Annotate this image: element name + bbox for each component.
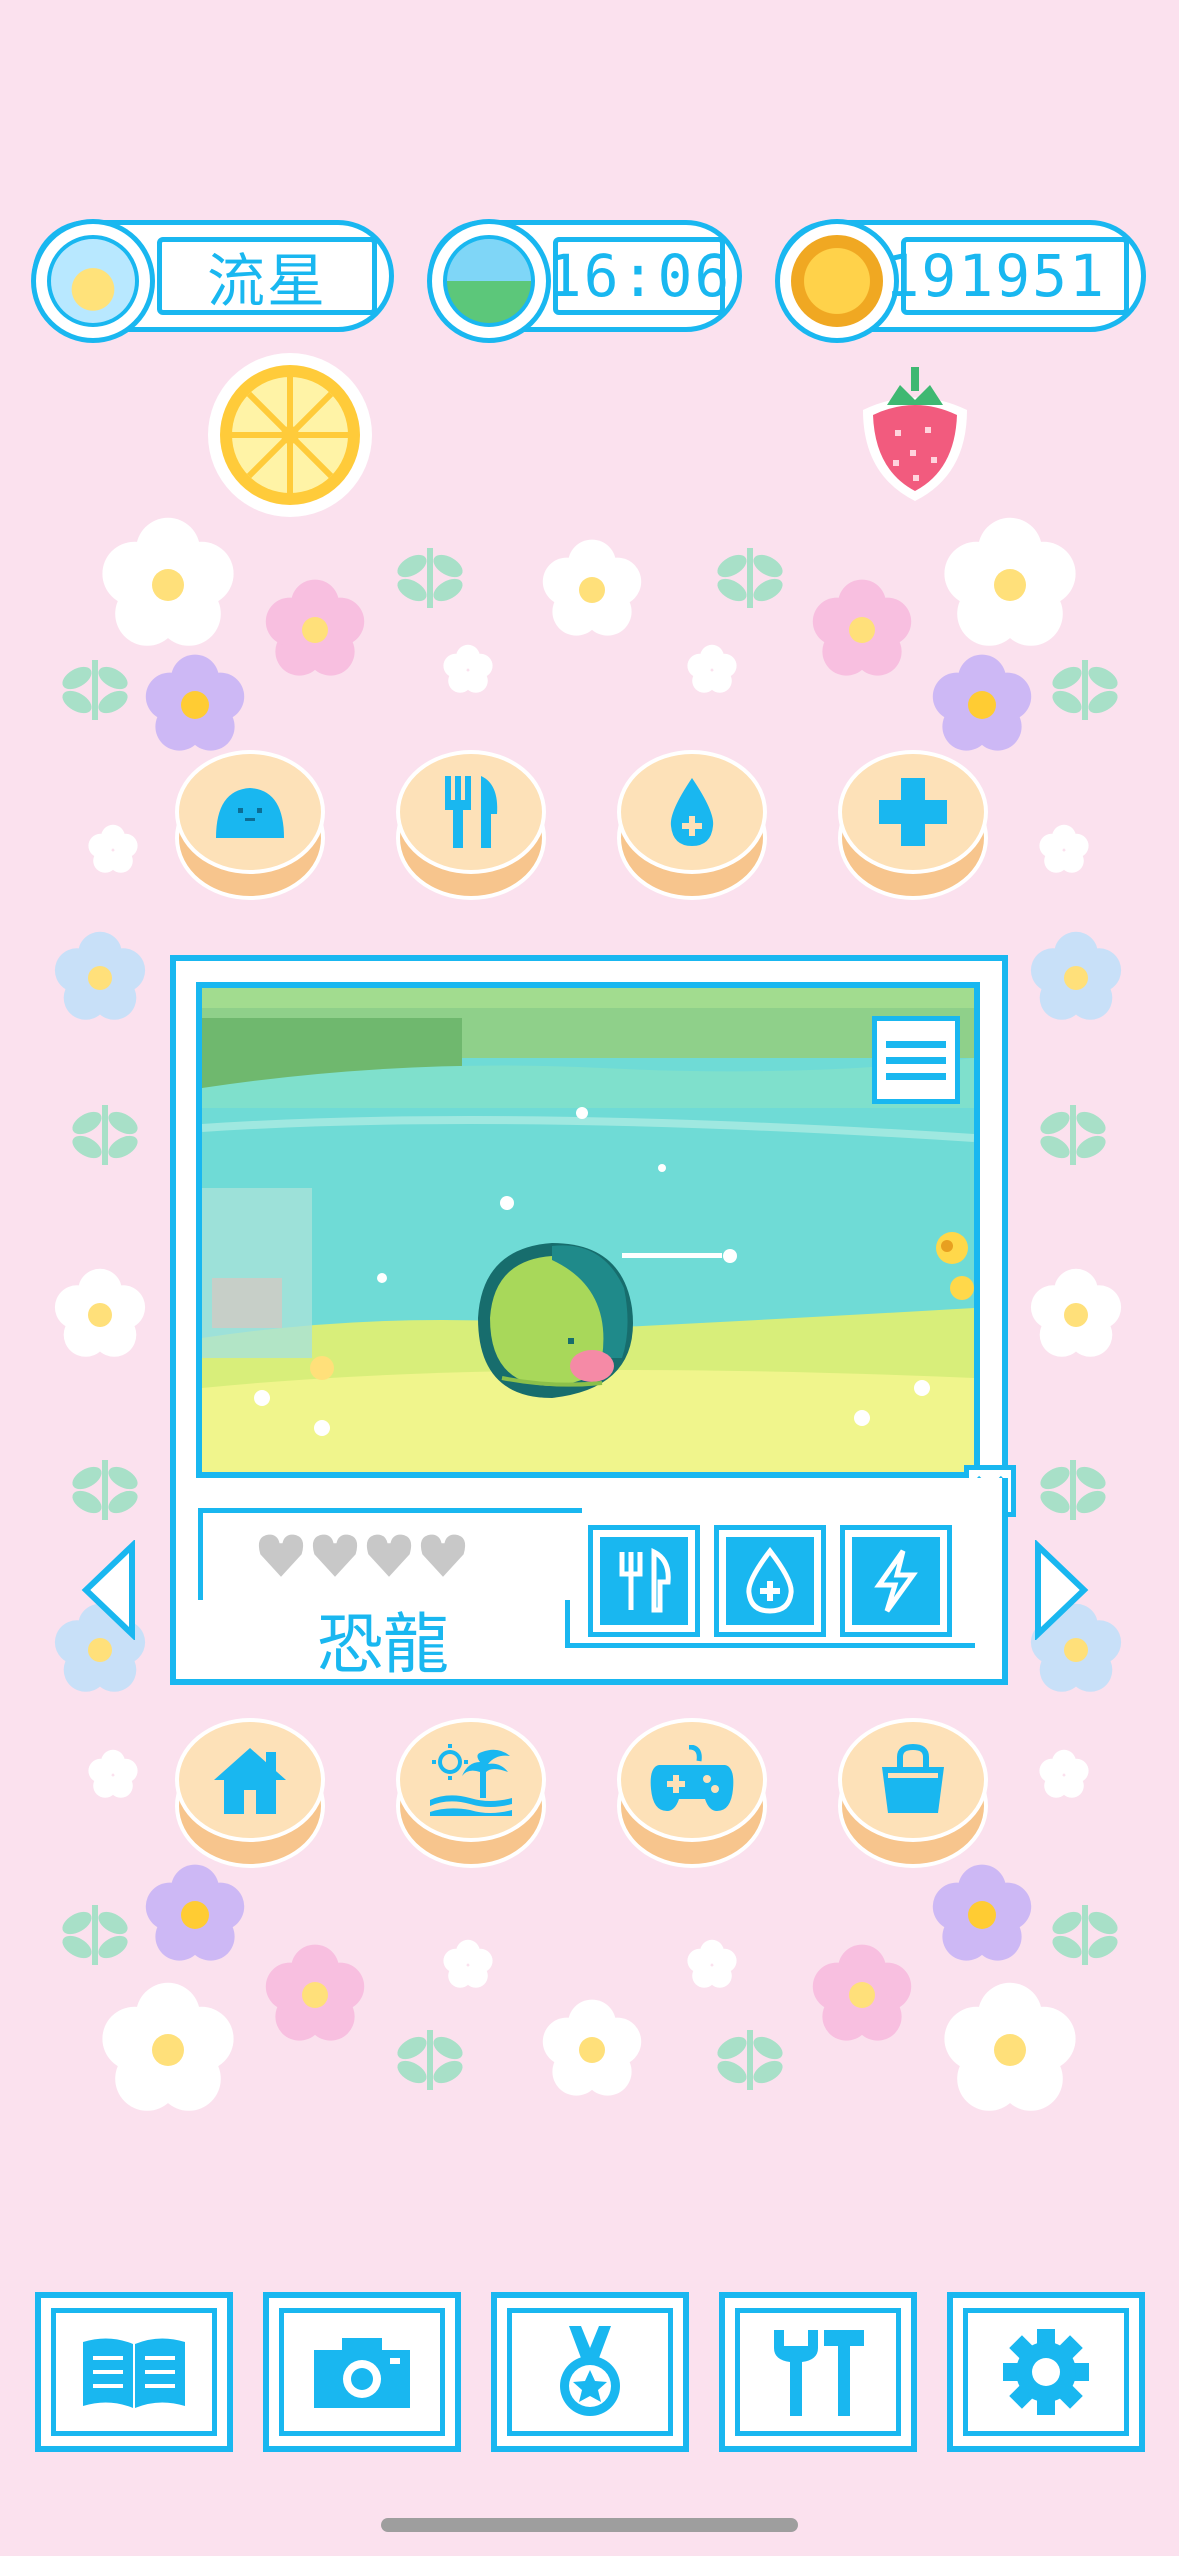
pet-scene[interactable]	[196, 982, 980, 1478]
panel-divider-line	[565, 1643, 975, 1648]
slime-icon	[216, 788, 284, 838]
medal-icon	[560, 2326, 620, 2416]
energy-stat-button[interactable]	[840, 1525, 952, 1637]
star-avatar-icon	[47, 235, 139, 327]
tools-button[interactable]	[719, 2292, 917, 2452]
home-button[interactable]	[175, 1718, 325, 1868]
clock-badge	[427, 219, 551, 343]
bag-icon	[882, 1743, 944, 1813]
clock-label: 16:06	[547, 237, 729, 315]
water-stat-button[interactable]	[714, 1525, 826, 1637]
hearts-meter	[253, 1527, 471, 1585]
plus-icon	[879, 778, 947, 846]
water-drop-icon	[670, 778, 714, 846]
hearts-row-frame	[198, 1508, 582, 1600]
gamepad-icon	[650, 1745, 734, 1811]
water-button[interactable]	[617, 750, 767, 900]
arrow-right-icon	[1035, 1538, 1089, 1642]
settings-button[interactable]	[947, 2292, 1145, 2452]
coin-pill: 191951	[775, 219, 1146, 343]
camera-icon	[314, 2338, 410, 2408]
dinosaur-pet[interactable]	[478, 1243, 633, 1398]
landscape-icon	[443, 235, 535, 327]
game-button[interactable]	[617, 1718, 767, 1868]
pet-avatar-badge	[31, 219, 155, 343]
coin-icon	[791, 235, 883, 327]
clock-pill: 16:06	[427, 219, 742, 343]
food-stat-icon	[619, 1548, 671, 1613]
food-stat-button[interactable]	[588, 1525, 700, 1637]
strawberry-icon[interactable]	[855, 355, 975, 505]
beach-icon	[430, 1744, 512, 1816]
tools-icon	[774, 2330, 864, 2416]
house-icon	[214, 1748, 286, 1814]
heal-button[interactable]	[838, 750, 988, 900]
beach-button[interactable]	[396, 1718, 546, 1868]
fork-knife-icon	[445, 776, 498, 848]
shop-button[interactable]	[838, 1718, 988, 1868]
heart-icons	[255, 1531, 469, 1582]
camera-button[interactable]	[263, 2292, 461, 2452]
menu-button[interactable]	[872, 1016, 960, 1104]
feed-button[interactable]	[396, 750, 546, 900]
home-indicator[interactable]	[381, 2518, 798, 2532]
coin-badge	[775, 219, 899, 343]
journal-button[interactable]	[35, 2292, 233, 2452]
gear-icon	[1003, 2329, 1089, 2415]
energy-stat-icon	[874, 1549, 918, 1613]
arrow-left-icon	[81, 1538, 135, 1642]
book-icon	[83, 2338, 185, 2408]
panel-divider	[565, 1600, 589, 1648]
achievements-button[interactable]	[491, 2292, 689, 2452]
hamburger-icon	[886, 1040, 946, 1048]
slime-button[interactable]	[175, 750, 325, 900]
water-stat-icon	[746, 1547, 794, 1614]
next-pet-button[interactable]	[1032, 1538, 1092, 1642]
pond-scene-image	[202, 988, 974, 1472]
pet-name-label: 流星	[157, 237, 377, 315]
coin-count: 191951	[884, 237, 1129, 315]
pet-species-label: 恐龍	[317, 1606, 449, 1683]
pet-name-pill[interactable]: 流星	[31, 219, 394, 343]
lemon-icon[interactable]	[205, 350, 375, 520]
previous-pet-button[interactable]	[78, 1538, 138, 1642]
